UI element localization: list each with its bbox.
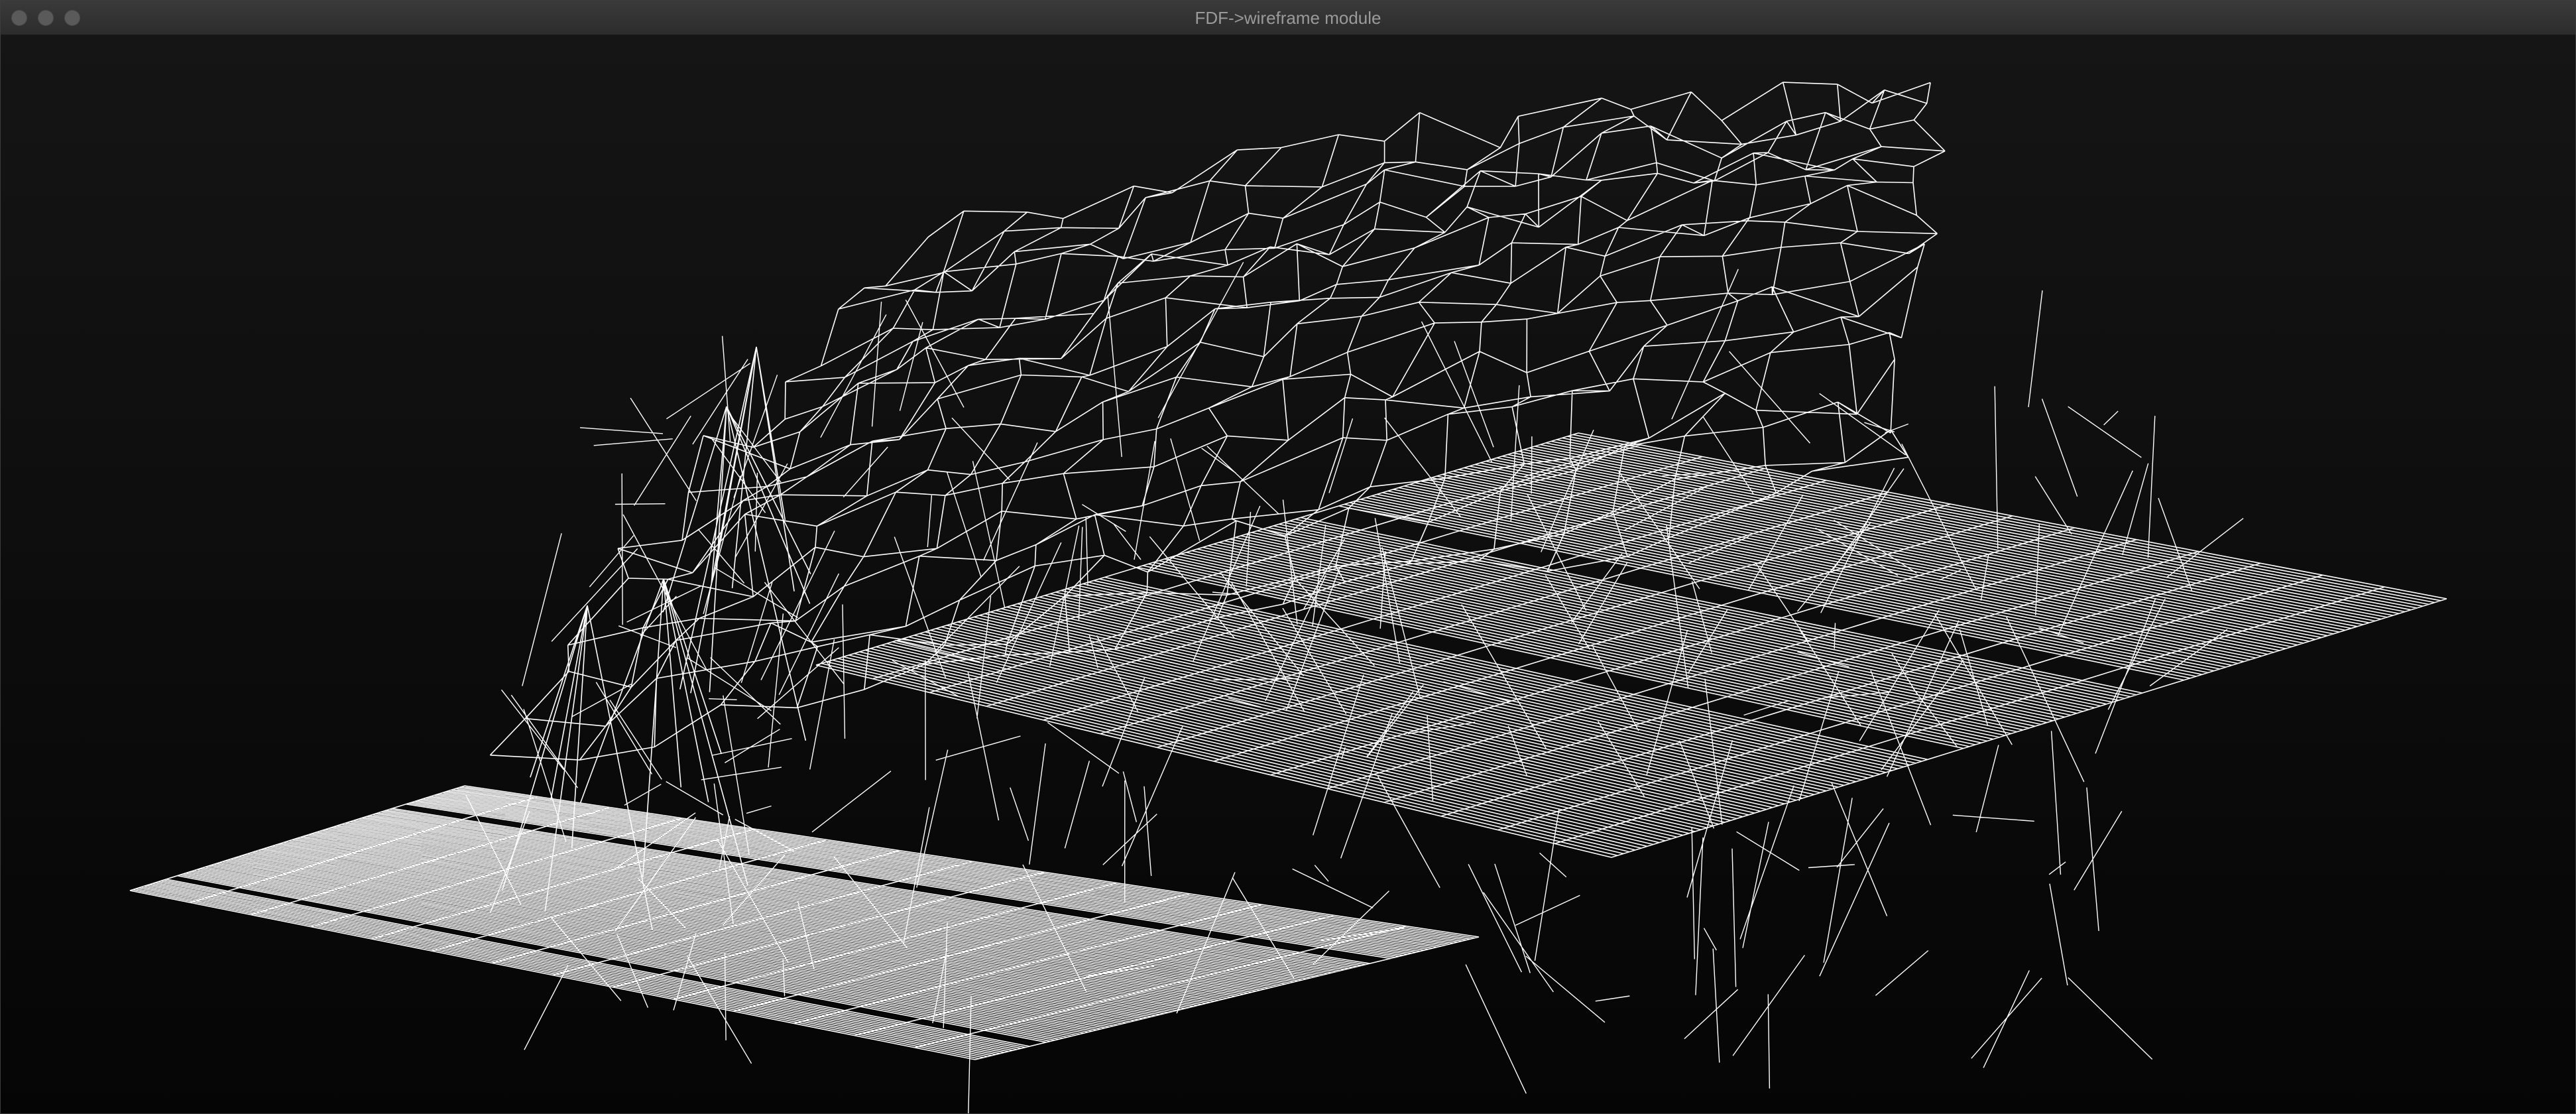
app-window: FDF->wireframe module [0,0,2576,1114]
wireframe-render [129,82,2447,1113]
window-title: FDF->wireframe module [1195,8,1381,28]
title-bar[interactable]: FDF->wireframe module [1,1,2575,35]
wireframe-viewport[interactable] [1,35,2575,1113]
